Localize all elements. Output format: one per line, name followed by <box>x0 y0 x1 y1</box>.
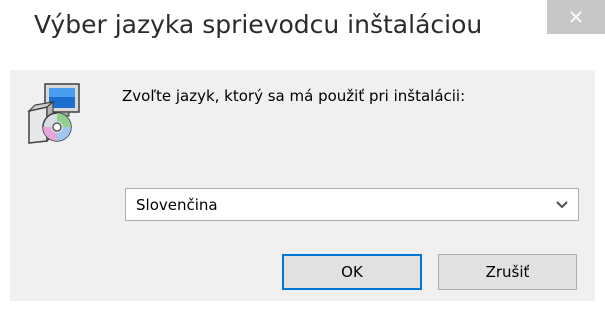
language-select-value: Slovenčina <box>136 196 218 214</box>
window-title: Výber jazyka sprievodcu inštaláciou <box>34 10 483 39</box>
close-button[interactable] <box>547 0 605 34</box>
dialog-body: Zvoľte jazyk, ktorý sa má použiť pri inš… <box>10 70 595 301</box>
setup-installer-icon <box>27 83 80 144</box>
setup-language-dialog: Výber jazyka sprievodcu inštaláciou Zvoľ… <box>0 0 605 311</box>
close-icon <box>570 11 582 23</box>
chevron-down-icon <box>556 201 568 209</box>
language-select[interactable]: Slovenčina <box>125 188 579 221</box>
language-prompt: Zvoľte jazyk, ktorý sa má použiť pri inš… <box>122 87 466 105</box>
cancel-button[interactable]: Zrušiť <box>438 254 577 290</box>
ok-button[interactable]: OK <box>282 254 422 290</box>
title-bar: Výber jazyka sprievodcu inštaláciou <box>0 0 605 70</box>
